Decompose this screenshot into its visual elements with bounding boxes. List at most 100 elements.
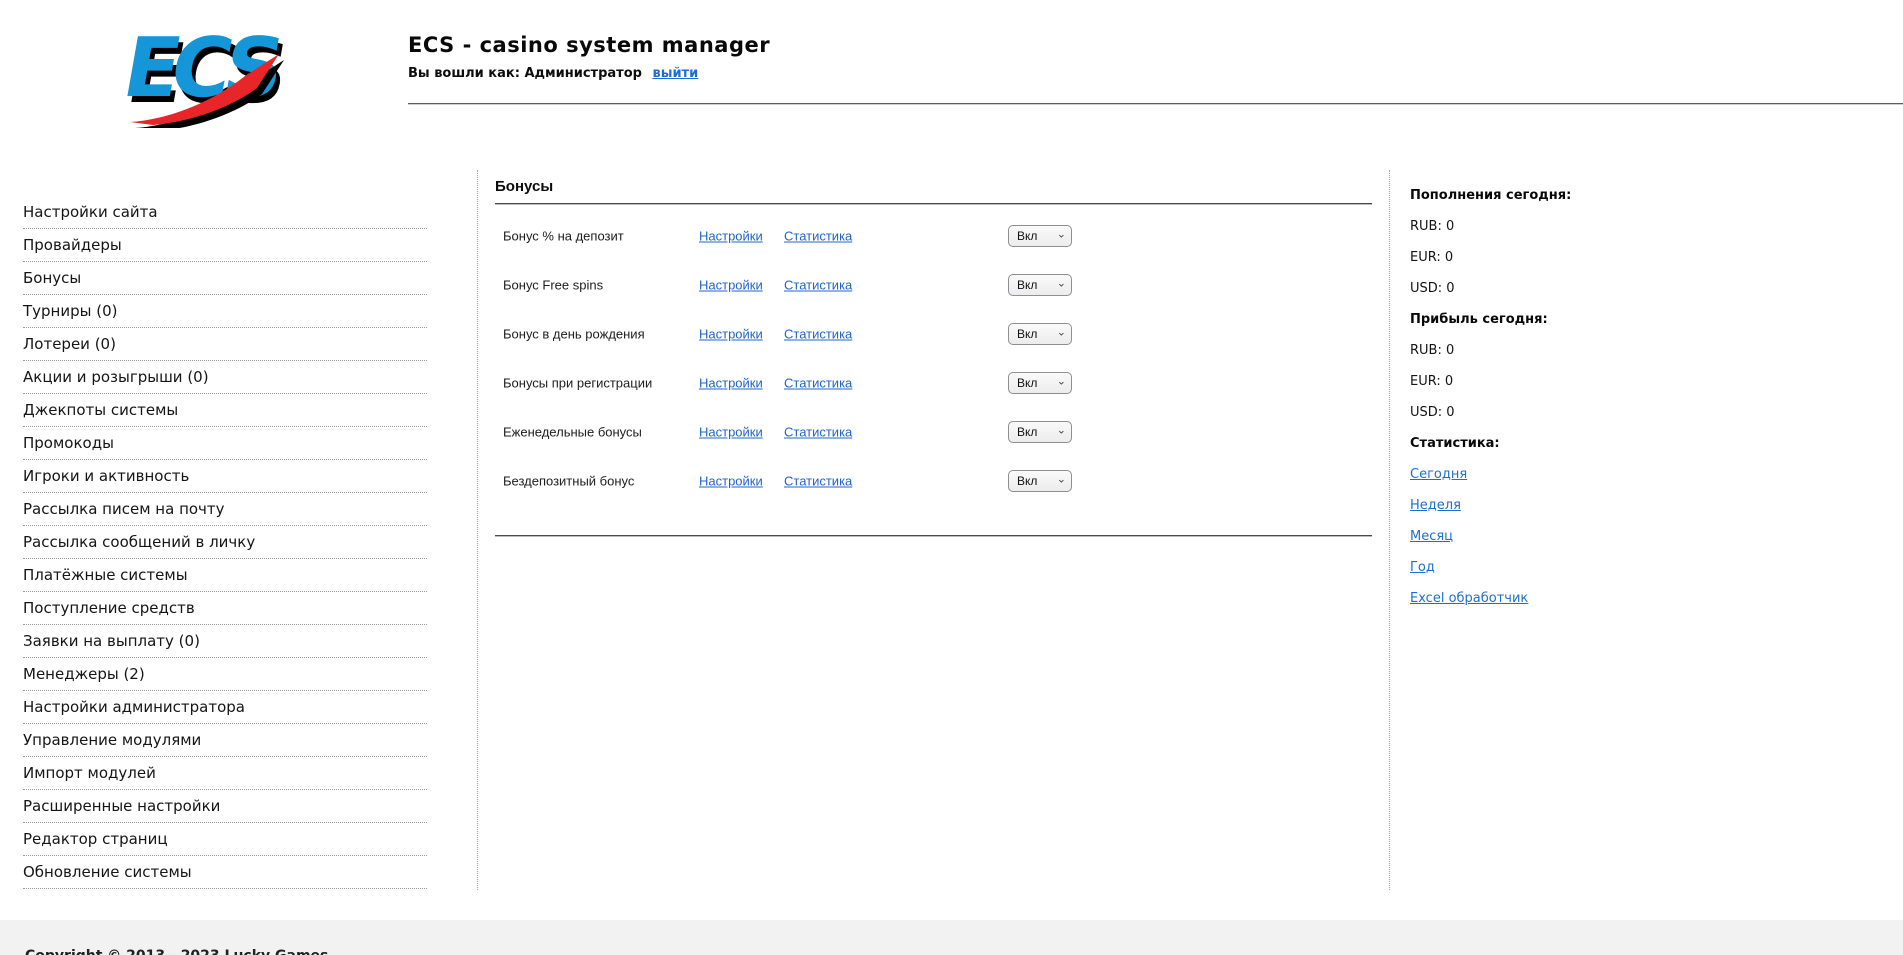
bonus-state-select[interactable]: Вкл [1008, 372, 1072, 394]
bonus-statistics-link[interactable]: Статистика [784, 424, 852, 439]
bonus-rows: Бонус % на депозит Настройки Статистика … [495, 211, 1372, 505]
currency-amount: EUR: 0 [1410, 248, 1740, 268]
statistics-links: Сегодня Неделя Месяц Год Excel обработчи… [1410, 465, 1740, 609]
bonus-settings-link[interactable]: Настройки [699, 326, 763, 341]
logout-link[interactable]: выйти [652, 66, 698, 81]
bonus-row: Бонус в день рождения Настройки Статисти… [495, 309, 1372, 358]
bonus-state-select-wrap: Вкл ⌄ [1008, 274, 1072, 296]
sidebar-item[interactable]: Расширенные настройки [23, 790, 427, 823]
statistics-period-link[interactable]: Год [1410, 558, 1435, 578]
bonus-statistics-link[interactable]: Статистика [784, 277, 852, 292]
currency-amount: RUB: 0 [1410, 341, 1740, 361]
bonus-settings-link[interactable]: Настройки [699, 375, 763, 390]
sidebar-nav: Настройки сайта Провайдеры Бонусы Турнир… [23, 196, 427, 889]
statistics-period-link[interactable]: Excel обработчик [1410, 589, 1528, 609]
bonus-name: Еженедельные бонусы [503, 424, 642, 439]
bonus-statistics-link[interactable]: Статистика [784, 473, 852, 488]
bonus-state-select[interactable]: Вкл [1008, 421, 1072, 443]
bonus-row: Бонус % на депозит Настройки Статистика … [495, 211, 1372, 260]
profit-today-title: Прибыль сегодня: [1410, 310, 1740, 330]
page: ECS ECS ECS - casino system manager Вы в… [0, 0, 1903, 955]
bonuses-panel: Бонусы Бонус % на депозит Настройки Стат… [495, 178, 1372, 537]
sidebar-item[interactable]: Заявки на выплату (0) [23, 625, 427, 658]
sidebar-item-label: Рассылка писем на почту [23, 500, 225, 518]
bonus-statistics-link[interactable]: Статистика [784, 228, 852, 243]
page-title: ECS - casino system manager [408, 33, 770, 57]
sidebar-item[interactable]: Менеджеры (2) [23, 658, 427, 691]
sidebar-item[interactable]: Рассылка писем на почту [23, 493, 427, 526]
currency-amount: EUR: 0 [1410, 372, 1740, 392]
sidebar-item[interactable]: Игроки и активность [23, 460, 427, 493]
bonuses-bottom-rule [495, 535, 1372, 537]
bonus-settings-link[interactable]: Настройки [699, 424, 763, 439]
sidebar-item[interactable]: Лотереи (0) [23, 328, 427, 361]
sidebar-item[interactable]: Турниры (0) [23, 295, 427, 328]
sidebar-item-label: Обновление системы [23, 863, 192, 881]
bonus-name: Бонусы при регистрации [503, 375, 652, 390]
sidebar-item-label: Акции и розыгрыши (0) [23, 368, 209, 386]
currency-amount: USD: 0 [1410, 279, 1740, 299]
sidebar-item-label: Промокоды [23, 434, 114, 452]
currency-amount: RUB: 0 [1410, 217, 1740, 237]
statistics-period-link[interactable]: Сегодня [1410, 465, 1467, 485]
sidebar-item[interactable]: Редактор страниц [23, 823, 427, 856]
sidebar-item[interactable]: Импорт модулей [23, 757, 427, 790]
sidebar-item[interactable]: Поступление средств [23, 592, 427, 625]
sidebar-item-label: Импорт модулей [23, 764, 156, 782]
sidebar-item[interactable]: Обновление системы [23, 856, 427, 889]
sidebar-item-label: Лотереи (0) [23, 335, 116, 353]
sidebar-item[interactable]: Настройки администратора [23, 691, 427, 724]
bonus-state-select-wrap: Вкл ⌄ [1008, 470, 1072, 492]
sidebar-item-label: Настройки администратора [23, 698, 245, 716]
bonus-name: Бонус % на депозит [503, 228, 624, 243]
sidebar-item-label: Управление модулями [23, 731, 201, 749]
bonuses-top-rule [495, 203, 1372, 205]
statistics-period-link[interactable]: Неделя [1410, 496, 1461, 516]
bonus-state-select[interactable]: Вкл [1008, 225, 1072, 247]
sidebar-item[interactable]: Джекпоты системы [23, 394, 427, 427]
bonus-state-select[interactable]: Вкл [1008, 470, 1072, 492]
divider-main-rightpanel [1389, 170, 1390, 890]
sidebar-item-label: Менеджеры (2) [23, 665, 145, 683]
bonus-statistics-link[interactable]: Статистика [784, 326, 852, 341]
sidebar-item[interactable]: Рассылка сообщений в личку [23, 526, 427, 559]
ecs-logo: ECS ECS [105, 10, 290, 128]
bonus-name: Бонус Free spins [503, 277, 603, 292]
sidebar-item-label: Редактор страниц [23, 830, 168, 848]
sidebar-item-label: Провайдеры [23, 236, 122, 254]
bonus-row: Бездепозитный бонус Настройки Статистика… [495, 456, 1372, 505]
bonus-state-select[interactable]: Вкл [1008, 274, 1072, 296]
bonus-row: Еженедельные бонусы Настройки Статистика… [495, 407, 1372, 456]
sidebar-item[interactable]: Бонусы [23, 262, 427, 295]
bonus-statistics-link[interactable]: Статистика [784, 375, 852, 390]
divider-sidebar-main [477, 170, 478, 890]
profit-today-list: RUB: 0 EUR: 0 USD: 0 [1410, 341, 1740, 423]
header-divider [408, 103, 1903, 105]
sidebar-item[interactable]: Промокоды [23, 427, 427, 460]
sidebar-item[interactable]: Акции и розыгрыши (0) [23, 361, 427, 394]
sidebar-item-label: Поступление средств [23, 599, 195, 617]
bonus-settings-link[interactable]: Настройки [699, 473, 763, 488]
bonus-state-select-wrap: Вкл ⌄ [1008, 372, 1072, 394]
bonus-settings-link[interactable]: Настройки [699, 228, 763, 243]
bonus-state-select-wrap: Вкл ⌄ [1008, 323, 1072, 345]
bonus-state-select[interactable]: Вкл [1008, 323, 1072, 345]
bonus-name: Бездепозитный бонус [503, 473, 634, 488]
sidebar-item-label: Джекпоты системы [23, 401, 178, 419]
statistics-period-link[interactable]: Месяц [1410, 527, 1453, 547]
bonus-settings-link[interactable]: Настройки [699, 277, 763, 292]
sidebar-item[interactable]: Настройки сайта [23, 196, 427, 229]
sidebar-item-label: Заявки на выплату (0) [23, 632, 200, 650]
statistics-title: Статистика: [1410, 434, 1740, 454]
sidebar-item-label: Рассылка сообщений в личку [23, 533, 255, 551]
sidebar-item[interactable]: Управление модулями [23, 724, 427, 757]
bonus-row: Бонусы при регистрации Настройки Статист… [495, 358, 1372, 407]
sidebar-item[interactable]: Платёжные системы [23, 559, 427, 592]
sidebar-item-label: Расширенные настройки [23, 797, 220, 815]
sidebar-item-label: Бонусы [23, 269, 81, 287]
login-status-text: Вы вошли как: Администратор [408, 66, 642, 81]
sidebar-item[interactable]: Провайдеры [23, 229, 427, 262]
bonus-name: Бонус в день рождения [503, 326, 645, 341]
currency-amount: USD: 0 [1410, 403, 1740, 423]
bonus-state-select-wrap: Вкл ⌄ [1008, 225, 1072, 247]
